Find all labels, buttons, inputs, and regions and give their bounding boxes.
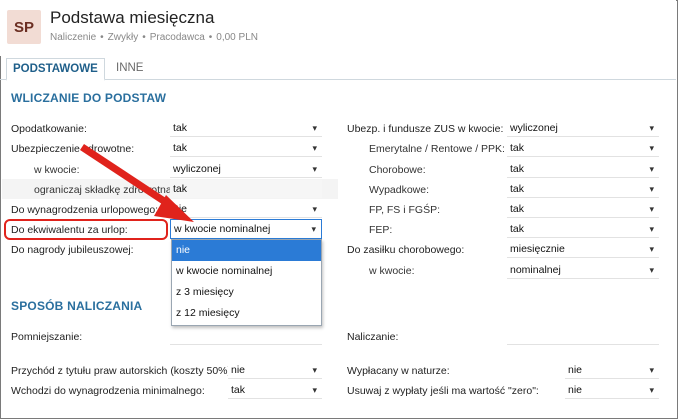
chevron-down-icon: ▾ xyxy=(311,224,316,234)
select-value: miesięcznie xyxy=(510,243,565,255)
label-przychod-praw-autorskich: Przychód z tytułu praw autorskich (koszt… xyxy=(11,365,234,377)
select-w-kwocie-zasilek[interactable]: nominalnej ▾ xyxy=(507,261,659,279)
dropdown-option-w-kwocie-nominalnej[interactable]: w kwocie nominalnej xyxy=(172,261,321,282)
label-do-zasilku-chorobowego: Do zasiłku chorobowego: xyxy=(347,244,465,256)
select-value: tak xyxy=(173,122,188,134)
select-do-wynagrodzenia-urlopowego[interactable]: nie ▾ xyxy=(170,200,322,218)
select-value: tak xyxy=(510,203,525,215)
chevron-down-icon: ▾ xyxy=(312,204,317,214)
label-w-kwocie: w kwocie: xyxy=(34,164,80,176)
select-value: nie xyxy=(568,364,583,376)
select-value: nie xyxy=(568,384,583,396)
label-w-kwocie-zasilek: w kwocie: xyxy=(369,265,415,277)
select-fp-fs-fgsp[interactable]: tak ▾ xyxy=(507,200,659,218)
select-value: nominalnej xyxy=(510,264,561,276)
label-chorobowe: Chorobowe: xyxy=(369,164,426,176)
select-ubezpieczenie-zdrowotne[interactable]: tak ▾ xyxy=(170,139,322,157)
label-do-wynagrodzenia-urlopowego: Do wynagrodzenia urlopowego: xyxy=(11,204,159,216)
chevron-down-icon: ▾ xyxy=(649,224,654,234)
pomniejszanie-field[interactable] xyxy=(170,327,322,345)
chevron-down-icon: ▾ xyxy=(649,184,654,194)
select-value: nie xyxy=(173,203,188,215)
chevron-down-icon: ▾ xyxy=(649,385,654,395)
dropdown-list-ekwiwalent: nie w kwocie nominalnej z 3 miesięcy z 1… xyxy=(171,239,322,326)
label-usuwaj-zero: Usuwaj z wypłaty jeśli ma wartość "zero"… xyxy=(347,385,539,397)
breadcrumb-item: Zwykły xyxy=(107,32,139,43)
select-value: tak xyxy=(173,142,188,154)
highlight-box xyxy=(4,219,168,240)
label-naliczanie: Naliczanie: xyxy=(347,331,399,343)
chevron-down-icon: ▾ xyxy=(649,365,654,375)
naliczanie-field[interactable] xyxy=(507,327,659,345)
label-pomniejszanie: Pomniejszanie: xyxy=(11,331,83,343)
dropdown-option-z-12-miesiecy[interactable]: z 12 miesięcy xyxy=(172,303,321,324)
tab-inne[interactable]: INNE xyxy=(110,58,149,80)
chevron-down-icon: ▾ xyxy=(649,143,654,153)
select-opodatkowanie[interactable]: tak ▾ xyxy=(170,119,322,137)
label-ubezpieczenie-zdrowotne: Ubezpieczenie zdrowotne: xyxy=(11,143,135,155)
label-fep: FEP: xyxy=(369,224,393,236)
label-fp-fs-fgsp: FP, FS i FGŚP: xyxy=(369,204,440,216)
select-value: tak xyxy=(510,183,525,195)
select-przychod-praw-autorskich[interactable]: nie ▾ xyxy=(228,361,322,379)
select-value: w kwocie nominalnej xyxy=(174,223,271,235)
select-do-zasilku-chorobowego[interactable]: miesięcznie ▾ xyxy=(507,240,659,258)
chevron-down-icon: ▾ xyxy=(649,123,654,133)
select-w-kwocie[interactable]: wyliczonej ▾ xyxy=(170,160,322,178)
chevron-down-icon: ▾ xyxy=(312,143,317,153)
chevron-down-icon: ▾ xyxy=(312,385,317,395)
chevron-down-icon: ▾ xyxy=(312,164,317,174)
breadcrumb-item: Naliczenie xyxy=(50,32,97,43)
label-wypadkowe: Wypadkowe: xyxy=(369,184,430,196)
chevron-down-icon: ▾ xyxy=(312,123,317,133)
section-title-wliczanie: WLICZANIE DO PODSTAW xyxy=(11,91,167,105)
select-value: tak xyxy=(510,223,525,235)
label-ograniczaj-skladke: ograniczaj składkę zdrowotną: xyxy=(34,184,175,196)
label-wynagrodzenie-minimalne: Wchodzi do wynagrodzenia minimalnego: xyxy=(11,385,205,397)
chevron-down-icon: ▾ xyxy=(649,244,654,254)
select-value: tak xyxy=(510,163,525,175)
chevron-down-icon: ▾ xyxy=(312,365,317,375)
label-do-nagrody-jubileuszowej: Do nagrody jubileuszowej: xyxy=(11,244,134,256)
dropdown-option-nie[interactable]: nie xyxy=(172,240,321,261)
chevron-down-icon: ▾ xyxy=(649,265,654,275)
select-wynagrodzenie-minimalne[interactable]: tak ▾ xyxy=(228,381,322,399)
select-usuwaj-zero[interactable]: nie ▾ xyxy=(565,381,659,399)
dropdown-option-z-3-miesiecy[interactable]: z 3 miesięcy xyxy=(172,282,321,303)
label-ubezp-fundusze-zus: Ubezp. i fundusze ZUS w kwocie: xyxy=(347,123,504,135)
label-opodatkowanie: Opodatkowanie: xyxy=(11,123,87,135)
select-value: wyliczonej xyxy=(510,122,558,134)
page-title: Podstawa miesięczna xyxy=(50,8,215,27)
chevron-down-icon: ▾ xyxy=(649,164,654,174)
label-wyplacany-w-naturze: Wypłacany w naturze: xyxy=(347,365,450,377)
select-chorobowe[interactable]: tak ▾ xyxy=(507,160,659,178)
header: SP Podstawa miesięczna Naliczenie • Zwykły… xyxy=(0,0,676,56)
tab-bar: PODSTAWOWE INNE xyxy=(0,58,676,81)
select-fep[interactable]: tak ▾ xyxy=(507,220,659,238)
readonly-ograniczaj-skladke: tak xyxy=(170,180,322,198)
breadcrumb-item: Pracodawca xyxy=(149,32,205,43)
select-ubezp-fundusze-zus[interactable]: wyliczonej ▾ xyxy=(507,119,659,137)
select-value: tak xyxy=(510,142,525,154)
select-do-ekwiwalentu[interactable]: w kwocie nominalnej ▾ xyxy=(170,219,322,239)
tab-podstawowe[interactable]: PODSTAWOWE xyxy=(6,58,105,81)
breadcrumb-item: 0,00 PLN xyxy=(216,32,258,43)
section-title-sposob-naliczania: SPOSÓB NALICZANIA xyxy=(11,299,143,313)
select-value: wyliczonej xyxy=(173,163,221,175)
label-emerytalne-rentowe-ppk: Emerytalne / Rentowe / PPK: xyxy=(369,143,505,155)
select-value: nie xyxy=(231,364,246,376)
select-emerytalne-rentowe-ppk[interactable]: tak ▾ xyxy=(507,139,659,157)
select-value: tak xyxy=(231,384,246,396)
breadcrumb: Naliczenie • Zwykły • Pracodawca • 0,00 PLN xyxy=(50,32,258,43)
chevron-down-icon: ▾ xyxy=(649,204,654,214)
avatar: SP xyxy=(7,10,41,44)
select-wyplacany-w-naturze[interactable]: nie ▾ xyxy=(565,361,659,379)
readonly-value: tak xyxy=(173,183,188,195)
select-wypadkowe[interactable]: tak ▾ xyxy=(507,180,659,198)
